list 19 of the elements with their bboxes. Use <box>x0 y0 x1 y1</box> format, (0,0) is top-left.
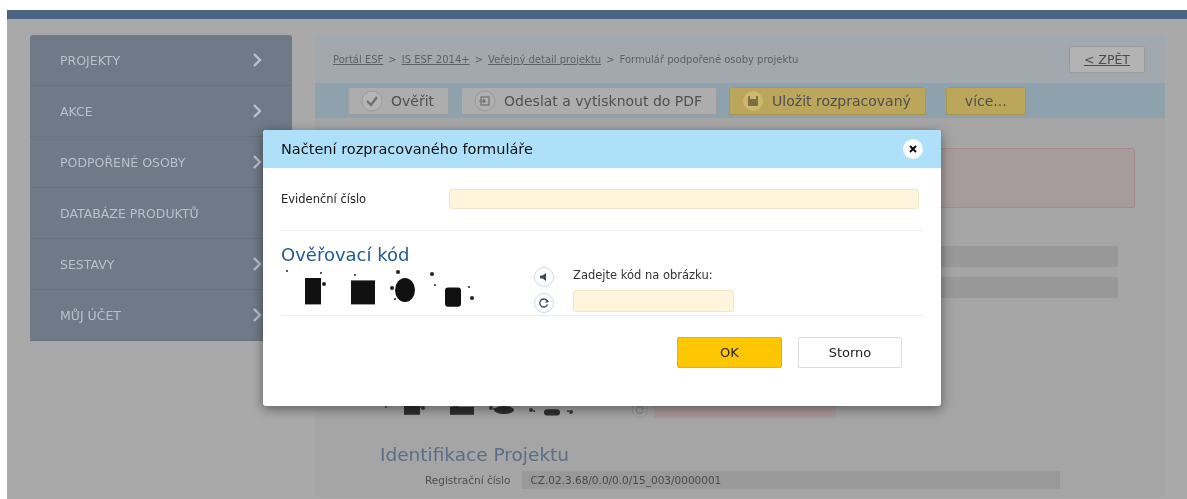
field-value: CZ.02.3.68/0.0/0.0/15_003/0000001 <box>522 471 1061 489</box>
breadcrumb-separator: > <box>474 53 483 65</box>
captcha-prompt: Zadejte kód na obrázku: <box>573 268 714 282</box>
breadcrumb-link[interactable]: IS ESF 2014+ <box>401 53 470 65</box>
breadcrumb-separator: > <box>388 53 397 65</box>
breadcrumb-current: Formulář podpořené osoby projektu <box>619 53 799 65</box>
back-button[interactable]: < ZPĚT <box>1068 45 1145 73</box>
sidebar-item[interactable]: PROJEKTY <box>30 35 292 86</box>
ok-button[interactable]: OK <box>677 337 782 368</box>
breadcrumb-link[interactable]: Portál ESF <box>333 53 384 65</box>
section-title: Identifikace Projektu <box>380 444 571 465</box>
cancel-button[interactable]: Storno <box>798 337 902 368</box>
toolbar-button[interactable]: Odeslat a vytisknout do PDF <box>461 86 718 115</box>
breadcrumb-link[interactable]: Veřejný detail projektu <box>488 53 602 65</box>
toolbar-button[interactable]: Ověřit <box>348 86 450 115</box>
field-label: Registrační číslo <box>425 474 511 486</box>
toolbar-button[interactable]: více... <box>945 86 1026 115</box>
toolbar-button[interactable]: Uložit rozpracovaný <box>729 86 926 115</box>
breadcrumb-separator: > <box>606 53 615 65</box>
